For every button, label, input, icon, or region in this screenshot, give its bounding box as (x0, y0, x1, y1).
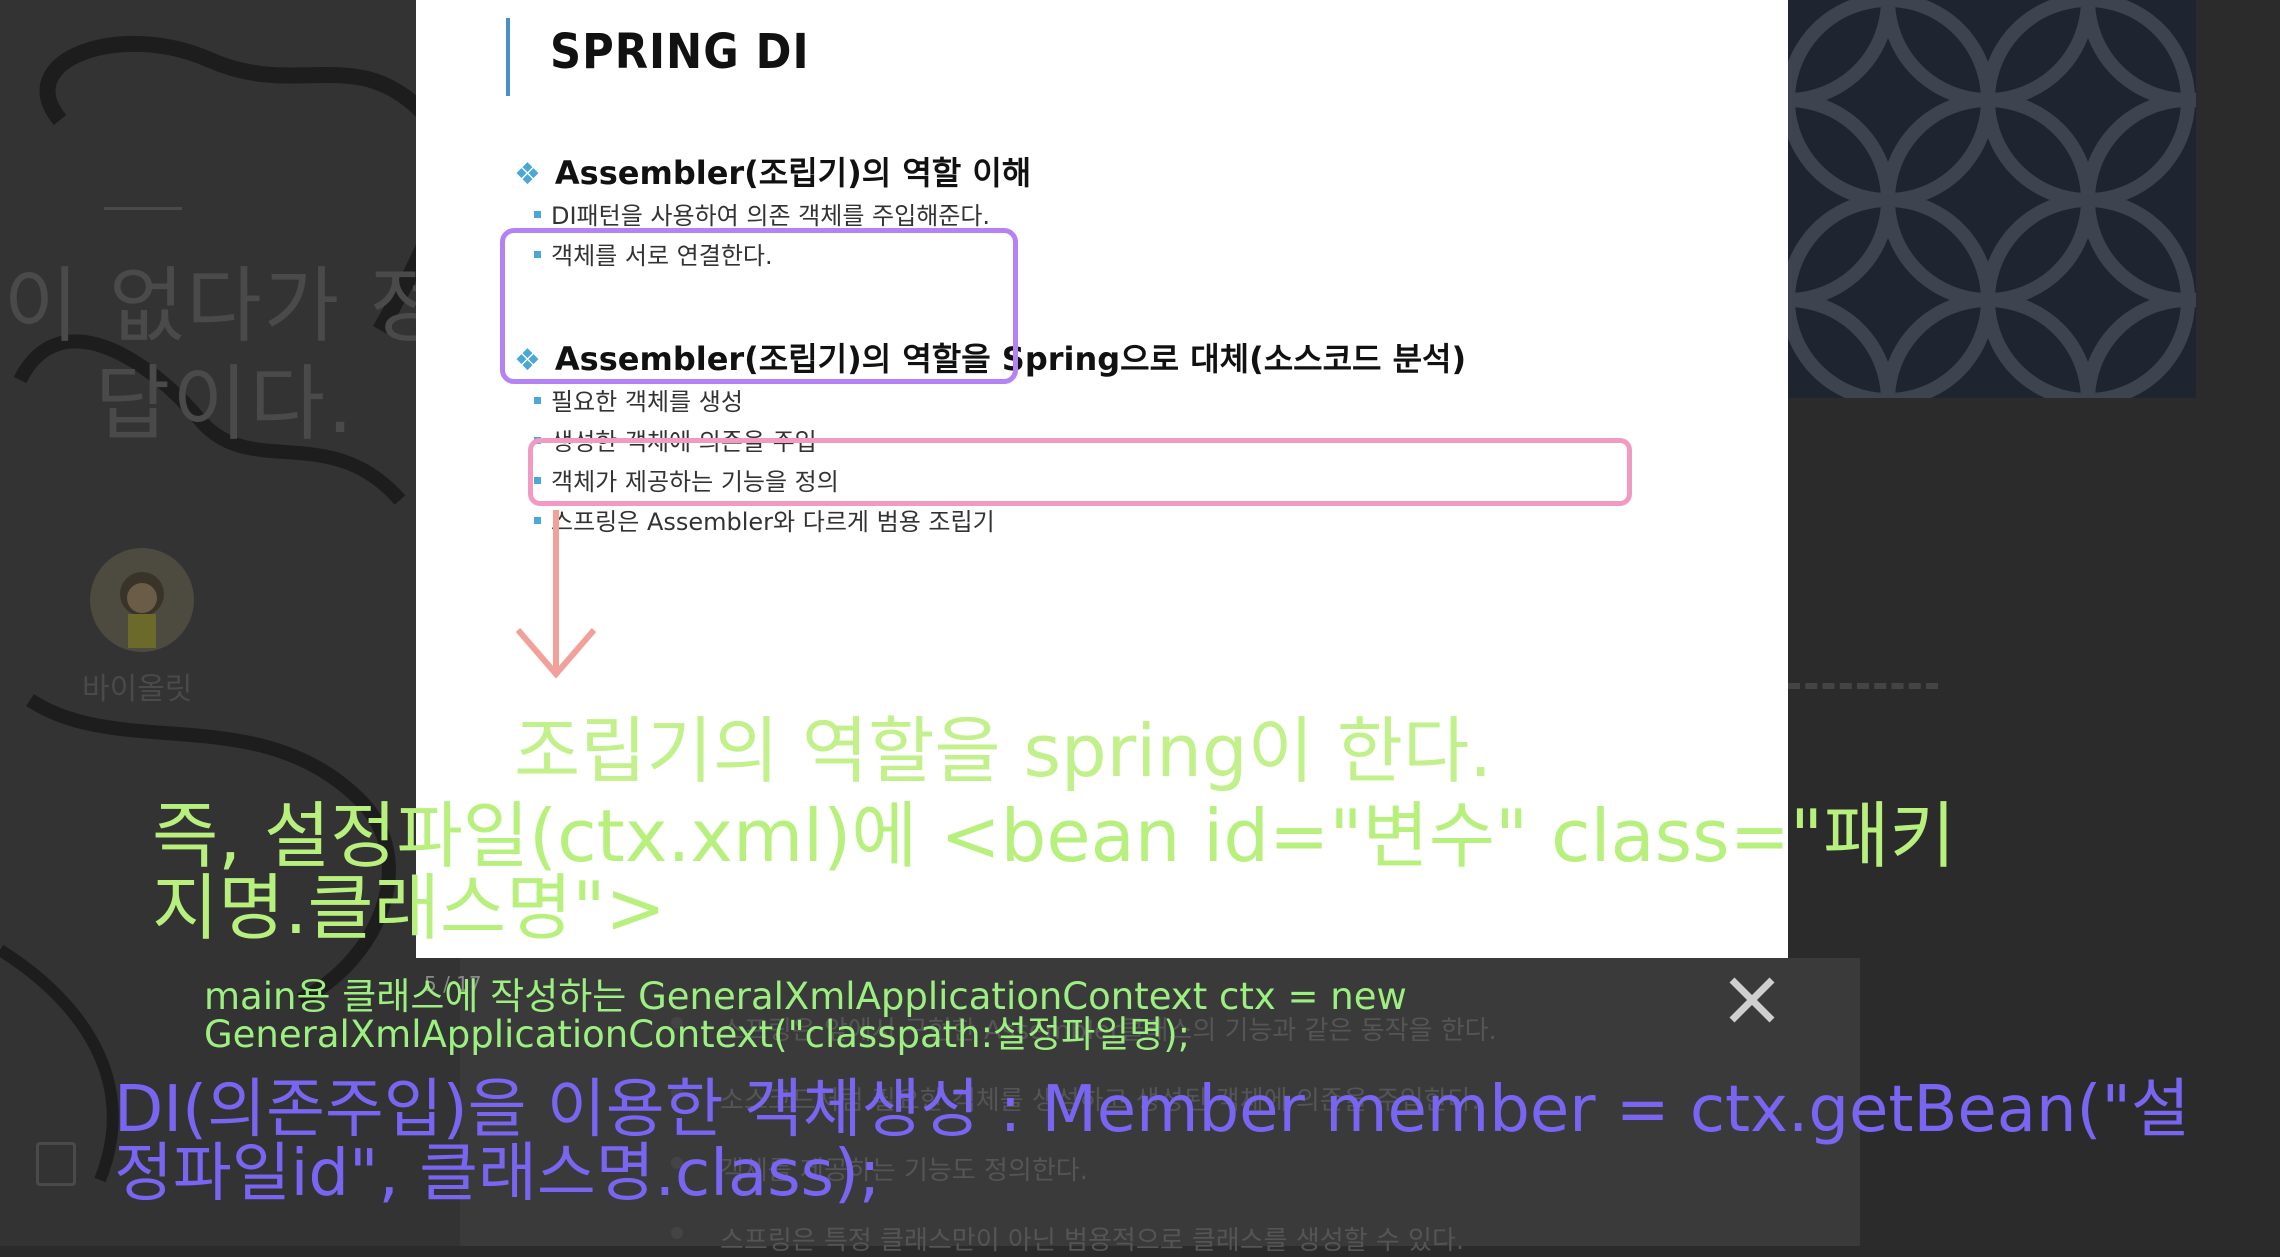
highlight-box (528, 438, 1632, 506)
square-bullet-icon (534, 396, 541, 404)
blog-quote: 이 없다가 정 답이다. (3, 259, 447, 452)
scribble-drawing (0, 35, 453, 1183)
list-item: DI패턴을 사용하여 의존 객체를 주입해준다. (534, 196, 990, 231)
title-accent-bar (506, 18, 510, 96)
list-item: 필요한 객체를 생성 (534, 382, 743, 417)
decorative-pattern (1788, 0, 2196, 398)
list-item: 스프링은 Assembler와 다르게 범용 조립기 (534, 502, 995, 537)
slide-title: SPRING DI (550, 24, 810, 80)
highlight-box (500, 228, 1018, 384)
annotation-note: DI(의존주입)을 이용한 객체생성 : Member member = ctx… (114, 1073, 2190, 1211)
divider (104, 207, 182, 210)
annotation-note: 조립기의 역할을 spring이 한다. (514, 709, 1493, 793)
close-icon[interactable] (1724, 972, 1780, 1028)
book-icon[interactable] (36, 1142, 76, 1186)
blog-sidebar: 이 없다가 정 답이다. 바이올릿 (0, 0, 460, 1246)
list-item: 스프링은 특정 클래스만이 아닌 범용적으로 클래스를 생성할 수 있다. (670, 1220, 1464, 1257)
down-arrow-icon (516, 510, 596, 679)
avatar[interactable] (90, 548, 194, 652)
divider (1788, 683, 1938, 695)
section-heading: ❖ Assembler(조립기)의 역할 이해 (514, 154, 1032, 192)
annotation-note: 즉, 설정파일(ctx.xml)에 <bean id="변수" class="패… (152, 794, 1956, 950)
square-bullet-icon (534, 210, 541, 218)
diamond-bullet-icon: ❖ (514, 157, 541, 192)
annotation-note: main용 클래스에 작성하는 GeneralXmlApplicationCon… (204, 975, 1407, 1056)
author-name[interactable]: 바이올릿 (82, 664, 192, 708)
